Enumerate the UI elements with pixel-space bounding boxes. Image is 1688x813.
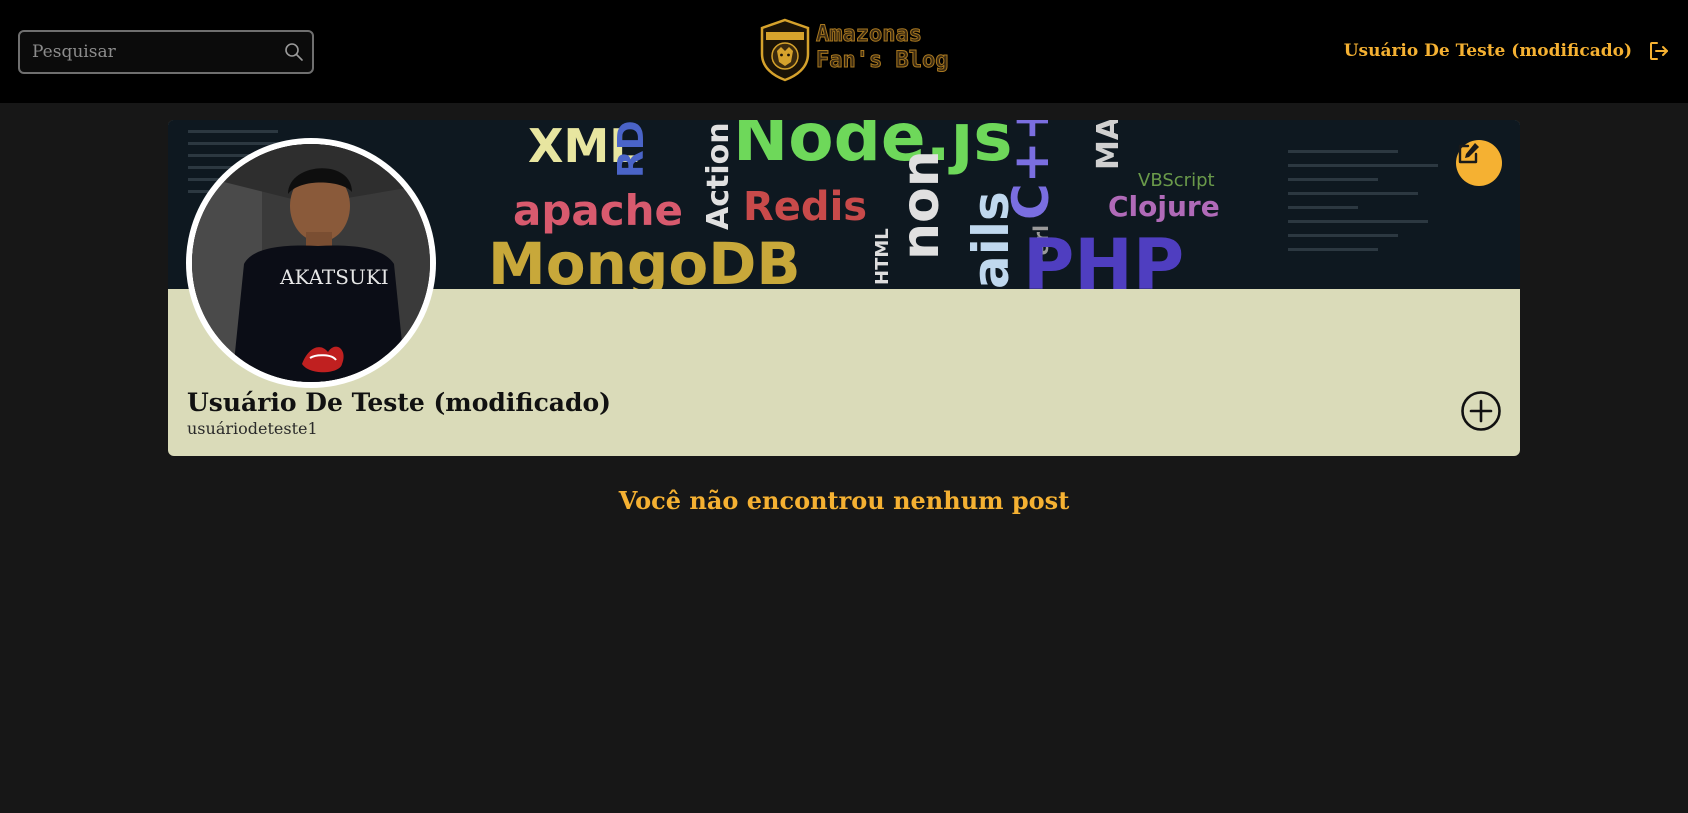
edit-profile-button[interactable] xyxy=(1456,140,1502,186)
banner-word: HTML xyxy=(872,228,893,285)
avatar-photo: AKATSUKI xyxy=(192,144,430,382)
search-box xyxy=(18,30,314,74)
profile-display-name: Usuário De Teste (modificado) xyxy=(187,388,611,417)
banner-word: MA xyxy=(1091,120,1126,170)
banner-word: ails xyxy=(962,191,1020,289)
banner-word: Redis xyxy=(743,184,867,230)
profile-username: usuáriodeteste1 xyxy=(187,419,318,438)
logo-line-1: Amazonas xyxy=(816,22,923,48)
banner-word: Action xyxy=(701,122,736,230)
banner-word: VBScript xyxy=(1138,170,1215,191)
user-area: Usuário De Teste (modificado) xyxy=(1344,38,1670,64)
banner-word: RD xyxy=(611,120,652,178)
add-circle-icon[interactable] xyxy=(1460,390,1502,432)
site-logo[interactable]: Amazonas Fan's Blog xyxy=(758,18,949,82)
search-input[interactable] xyxy=(20,32,312,72)
logo-badge-icon xyxy=(760,18,810,82)
logo-text: Amazonas Fan's Blog xyxy=(816,22,956,74)
top-navbar: Amazonas Fan's Blog Usuário De Teste (mo… xyxy=(0,0,1688,103)
profile-card: XML RD Action Node.js MA C++ apache Redi… xyxy=(168,120,1520,456)
profile-avatar[interactable]: AKATSUKI xyxy=(186,138,436,388)
banner-word: Node.js xyxy=(733,120,1013,176)
banner-word: non xyxy=(891,150,951,260)
empty-posts-message: Você não encontrou nenhum post xyxy=(618,486,1070,515)
banner-word: PHP xyxy=(1023,224,1184,289)
edit-icon xyxy=(1458,143,1479,164)
banner-word: apache xyxy=(513,186,683,235)
shirt-text: AKATSUKI xyxy=(279,265,389,289)
banner-word: Clojure xyxy=(1108,190,1220,223)
logo-line-2: Fan's Blog xyxy=(816,48,949,74)
banner-word: MongoDB xyxy=(488,230,801,289)
search-icon[interactable] xyxy=(284,42,304,62)
logout-icon[interactable] xyxy=(1648,40,1670,62)
header-user-name[interactable]: Usuário De Teste (modificado) xyxy=(1344,41,1632,61)
